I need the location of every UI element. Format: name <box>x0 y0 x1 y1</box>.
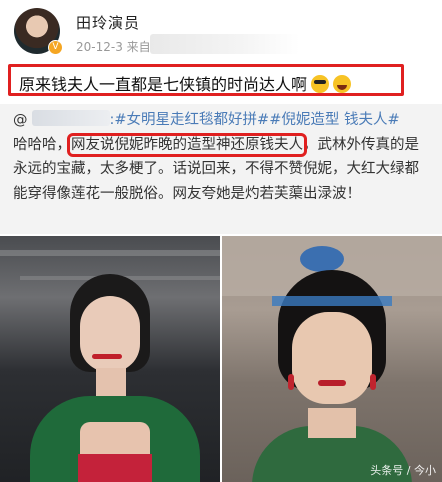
timestamp: 20-12-3 <box>76 40 123 54</box>
blurred-source <box>150 34 300 54</box>
post-header: V 田玲演员 20-12-3 来自 <box>0 0 442 62</box>
repost-prefix: 哈哈哈， <box>13 136 71 153</box>
blurred-username <box>31 110 110 126</box>
headline: 原来钱夫人一直都是七侠镇的时尚达人啊 <box>19 71 352 95</box>
sunglasses-emoji-icon <box>311 75 330 93</box>
username[interactable]: 田玲演员 <box>76 12 140 33</box>
source-prefix: 来自 <box>126 40 151 54</box>
hashtag-nini-look[interactable]: #倪妮造型 <box>269 112 339 128</box>
hashtag-qian-furen[interactable]: 钱夫人# <box>344 112 400 128</box>
repost-at: @ <box>13 112 28 128</box>
repost-text: @ :#女明星走红毯都好拼##倪妮造型 钱夫人# 哈哈哈，网友说倪妮昨晚的造型神还… <box>13 108 433 206</box>
post-meta: 20-12-3 来自 <box>76 38 151 55</box>
verified-badge-icon: V <box>48 40 63 55</box>
headline-text: 原来钱夫人一直都是七侠镇的时尚达人啊 <box>19 75 308 94</box>
watermark: 头条号 / 今小 <box>370 464 436 477</box>
headline-highlight-box: 原来钱夫人一直都是七侠镇的时尚达人啊 <box>8 64 404 96</box>
photo-nini-red-carpet[interactable] <box>0 236 220 482</box>
highlighted-phrase: 网友说倪妮昨晚的造型神还原钱夫人 <box>67 132 307 157</box>
laughing-emoji-icon <box>333 75 352 93</box>
photo-qian-furen[interactable]: 头条号 / 今小 <box>222 236 442 482</box>
hashtag-red-carpet[interactable]: :#女明星走红毯都好拼# <box>110 112 270 128</box>
